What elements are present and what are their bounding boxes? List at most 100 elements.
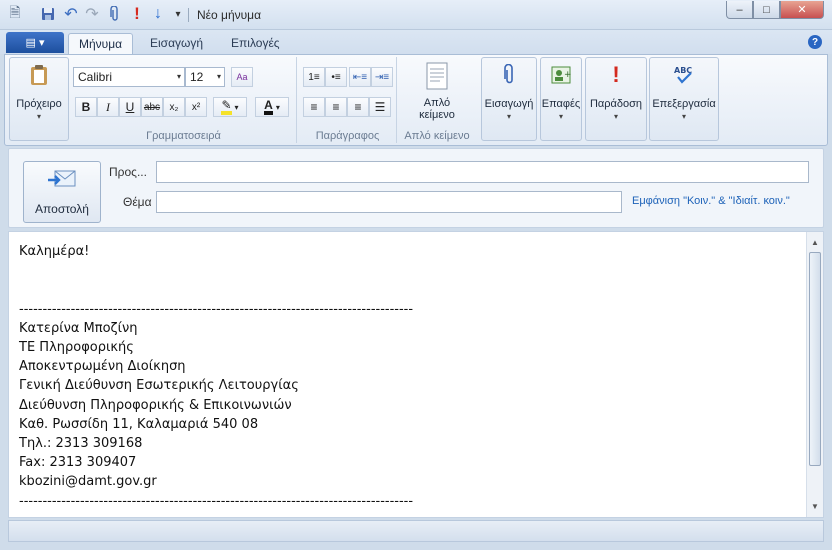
delivery-label: Παράδοση <box>589 98 643 110</box>
increase-indent-icon: ⇥≡ <box>374 71 390 83</box>
status-bar <box>8 520 824 542</box>
underline-button[interactable]: U <box>119 97 141 117</box>
title-separator <box>188 8 189 22</box>
close-button[interactable]: ✕ <box>780 1 824 19</box>
justify-button[interactable]: ☰ <box>369 97 391 117</box>
window-controls: – □ ✕ <box>726 1 824 19</box>
to-label[interactable]: Προς... <box>109 165 147 179</box>
clipboard-button[interactable]: Πρόχειρο ▾ <box>12 60 66 121</box>
insert-button[interactable]: Εισαγωγή ▾ <box>482 60 536 121</box>
send-icon <box>47 168 77 198</box>
font-name-select[interactable]: Calibri ▾ <box>73 67 185 87</box>
decrease-indent-button[interactable]: ⇤≡ <box>349 67 371 87</box>
highlight-button[interactable]: ✎ ▾ <box>213 97 247 117</box>
strikethrough-button[interactable]: abc <box>141 97 163 117</box>
to-input[interactable] <box>156 161 809 183</box>
scroll-up-icon[interactable]: ▲ <box>807 234 823 251</box>
align-center-icon: ≡ <box>332 100 340 114</box>
maximize-button[interactable]: □ <box>753 1 780 19</box>
spellcheck-icon: ABC <box>668 60 700 90</box>
plaintext-group-label: Απλό κείμενο <box>404 130 470 142</box>
clipboard-label: Πρόχειρο <box>16 98 62 110</box>
chevron-down-icon: ▾ <box>613 112 618 121</box>
qat-dropdown-icon[interactable]: ▾ <box>170 6 186 22</box>
insert-label: Εισαγωγή <box>484 98 534 110</box>
message-body-text[interactable]: Καλημέρα! ------------------------------… <box>19 242 809 511</box>
editing-button[interactable]: ABC Επεξεργασία ▾ <box>650 60 718 121</box>
paragraph-group: 1≡ •≡ ⇤≡ ⇥≡ ≡ ≡ ≡ ☰ Παράγραφος <box>299 57 397 143</box>
editing-label: Επεξεργασία <box>652 98 716 110</box>
font-group-label: Γραμματοσειρά <box>146 130 221 142</box>
decrease-indent-icon: ⇤≡ <box>352 71 368 83</box>
align-center-button[interactable]: ≡ <box>325 97 347 117</box>
chevron-down-icon: ▾ <box>275 102 280 112</box>
app-menu-button[interactable]: ▤ ▾ <box>6 32 64 53</box>
send-button[interactable]: Αποστολή <box>23 161 101 223</box>
document-icon[interactable]: 🗎 <box>7 4 23 22</box>
tab-insert[interactable]: Εισαγωγή <box>140 33 213 54</box>
subscript-button[interactable]: x₂ <box>163 97 185 117</box>
undo-icon[interactable]: ↶ <box>63 6 79 23</box>
title-bar: 🗎 ↶ ↷ ! ↓ ▾ Νέο μήνυμα – □ ✕ <box>0 0 832 30</box>
bold-button[interactable]: B <box>75 97 97 117</box>
italic-button[interactable]: I <box>97 97 119 117</box>
align-right-button[interactable]: ≡ <box>347 97 369 117</box>
bullet-list-button[interactable]: •≡ <box>325 67 347 87</box>
chevron-down-icon: ▾ <box>36 112 41 121</box>
contacts-button[interactable]: + Επαφές ▾ <box>541 60 581 121</box>
contacts-icon: + <box>545 60 577 90</box>
low-priority-icon[interactable]: ↓ <box>150 5 166 22</box>
align-left-icon: ≡ <box>310 100 318 114</box>
redo-icon[interactable]: ↷ <box>84 6 100 23</box>
chevron-down-icon: ▾ <box>506 112 511 121</box>
menu-icon: ▤ ▾ <box>25 37 45 49</box>
priority-icon: ! <box>612 62 620 87</box>
font-size-select[interactable]: 12 ▾ <box>185 67 225 87</box>
clear-format-button[interactable]: Aa <box>231 67 253 87</box>
tab-message[interactable]: Μήνυμα <box>68 33 134 54</box>
scrollbar-thumb[interactable] <box>809 252 821 466</box>
attach-icon[interactable] <box>107 6 123 22</box>
font-color-icon: A <box>264 99 273 115</box>
insert-group: Εισαγωγή ▾ <box>481 57 537 141</box>
delivery-button[interactable]: ! Παράδοση ▾ <box>586 60 646 121</box>
font-group: Calibri ▾ 12 ▾ Aa B I U abc x₂ x² ✎ ▾ A … <box>71 57 297 143</box>
window-title: Νέο μήνυμα <box>197 8 262 22</box>
numbered-list-button[interactable]: 1≡ <box>303 67 325 87</box>
increase-indent-button[interactable]: ⇥≡ <box>371 67 393 87</box>
chevron-down-icon: ▾ <box>234 102 239 112</box>
align-left-button[interactable]: ≡ <box>303 97 325 117</box>
save-icon[interactable] <box>40 6 56 22</box>
plaintext-line2: κείμενο <box>419 109 455 121</box>
chevron-down-icon: ▾ <box>558 112 563 121</box>
contacts-label: Επαφές <box>541 98 581 110</box>
bullet-list-icon: •≡ <box>331 71 341 83</box>
vertical-scrollbar[interactable]: ▲ ▼ <box>806 232 823 517</box>
superscript-button[interactable]: x² <box>185 97 207 117</box>
scroll-down-icon[interactable]: ▼ <box>807 498 823 515</box>
message-body-area[interactable]: Καλημέρα! ------------------------------… <box>8 231 824 518</box>
highlighter-icon: ✎ <box>221 99 232 115</box>
justify-icon: ☰ <box>374 100 386 114</box>
font-size-value: 12 <box>190 70 204 84</box>
send-label: Αποστολή <box>35 202 89 216</box>
plaintext-button[interactable]: Απλό κείμενο <box>403 61 471 121</box>
paperclip-icon <box>493 60 525 90</box>
font-color-button[interactable]: A ▾ <box>255 97 289 117</box>
numbered-list-icon: 1≡ <box>308 71 320 83</box>
help-icon[interactable]: ? <box>808 35 822 49</box>
svg-text:+: + <box>564 70 571 80</box>
tab-options[interactable]: Επιλογές <box>221 33 290 54</box>
minimize-button[interactable]: – <box>726 1 753 19</box>
font-name-value: Calibri <box>78 70 113 84</box>
editing-group: ABC Επεξεργασία ▾ <box>649 57 719 141</box>
delivery-group: ! Παράδοση ▾ <box>585 57 647 141</box>
ribbon: Πρόχειρο ▾ Calibri ▾ 12 ▾ Aa B I U abc x… <box>4 54 828 146</box>
subject-label: Θέμα <box>123 195 152 209</box>
high-priority-icon[interactable]: ! <box>129 4 145 23</box>
paragraph-group-label: Παράγραφος <box>315 130 380 142</box>
show-cc-bcc-link[interactable]: Εμφάνιση "Κοιν." & "Ιδιαίτ. κοιν." <box>632 195 790 207</box>
chevron-down-icon: ▾ <box>681 112 686 121</box>
subject-input[interactable] <box>156 191 622 213</box>
plain-document-icon <box>421 61 453 91</box>
